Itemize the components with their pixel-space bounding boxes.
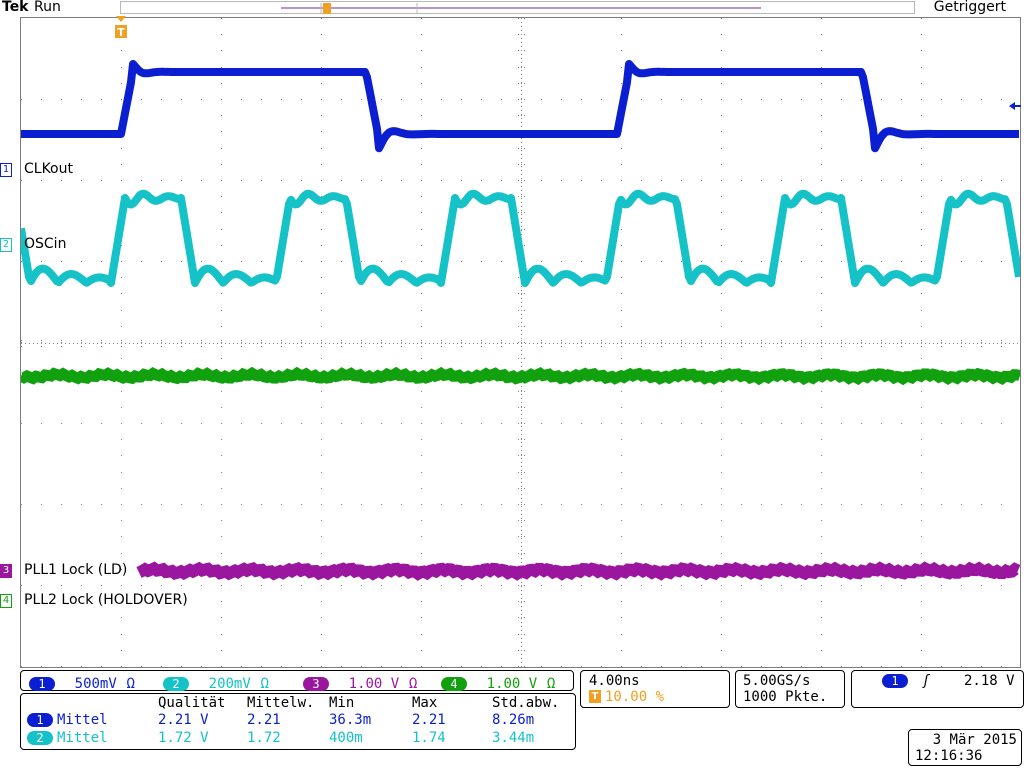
row1-mean: 2.21 (247, 712, 281, 728)
ch2-marker[interactable]: 2 (0, 238, 12, 252)
row1-stddev: 8.26m (492, 712, 535, 728)
row1-quality: 2.21 V (158, 712, 209, 728)
col-header-mean: Mittelw. (247, 695, 315, 711)
trigger-level-icon[interactable] (1009, 101, 1021, 111)
col-header-max: Max (412, 695, 438, 711)
datetime-panel: 3 Mär 2015 12:16:36 (908, 729, 1022, 766)
ch4-waveform (21, 366, 1020, 386)
date: 3 Mär 2015 (932, 732, 1017, 748)
ch2-waveform (21, 189, 1020, 287)
sampling-panel[interactable]: 5.00GS/s 1000 Pkte. (735, 670, 845, 708)
status-bar: Tek Run Getriggert (0, 0, 1024, 16)
col-header-quality: Qualität (158, 695, 226, 711)
ch1-pill: 1 (29, 677, 55, 691)
trigger-position-value: 10.00 % (605, 689, 665, 705)
col-header-min: Min (329, 695, 355, 711)
row1-min: 36.3m (329, 712, 372, 728)
ch4-label: PLL2 Lock (HOLDOVER) (24, 592, 188, 608)
ch4-pill: 4 (441, 677, 467, 691)
ch2-pill: 2 (163, 677, 189, 691)
ch1-label: CLKout (24, 161, 73, 177)
record-length: 1000 Pkte. (743, 689, 828, 705)
row2-mean: 1.72 (247, 730, 281, 746)
ch4-scale[interactable]: 4 1.00 V Ω (441, 673, 555, 692)
ch2-label: OSCin (24, 236, 67, 252)
waveform-display[interactable] (20, 17, 1021, 668)
row2-stddev: 3.44m (492, 730, 535, 746)
ch4-scale-value: 1.00 V (486, 676, 538, 692)
rising-edge-icon: ʃ (922, 673, 931, 689)
ch2-coupling: Ω (260, 676, 269, 692)
ch2-scale-value: 200mV (208, 676, 251, 692)
waveform-svg (21, 18, 1020, 667)
ch1-marker[interactable]: 1 (0, 163, 12, 177)
ch3-coupling: Ω (408, 676, 418, 692)
record-view-bar[interactable] (120, 1, 915, 14)
ch3-scale-value: 1.00 V (348, 676, 400, 692)
time: 12:16:36 (915, 748, 983, 764)
ch3-pill: 3 (303, 677, 329, 691)
ch1-coupling: Ω (126, 676, 135, 692)
row1-channel-pill: 1 (27, 713, 53, 727)
row2-max: 1.74 (412, 730, 446, 746)
ch4-marker[interactable]: 4 (0, 594, 12, 608)
acquisition-state: Run (34, 0, 61, 15)
ch3-waveform (136, 561, 1020, 581)
row2-name: Mittel (57, 730, 108, 746)
trigger-position-small-icon: T (589, 690, 601, 703)
ch4-coupling: Ω (546, 676, 556, 692)
timebase-panel[interactable]: 4.00ns T 10.00 % (580, 670, 730, 708)
ch3-label: PLL1 Lock (LD) (24, 562, 128, 578)
ch1-scale[interactable]: 1 500mV Ω (29, 673, 135, 692)
ch1-scale-value: 500mV (74, 676, 117, 692)
record-view-indicator (281, 3, 761, 14)
row2-min: 400m (329, 730, 363, 746)
row1-max: 2.21 (412, 712, 446, 728)
row2-quality: 1.72 V (158, 730, 209, 746)
channel-scale-panel: 1 500mV Ω 2 200mV Ω 3 1.00 V Ω 4 1.00 V … (20, 670, 574, 692)
trigger-panel[interactable]: 1 ʃ 2.18 V (851, 670, 1024, 708)
timebase-value: 4.00ns (589, 673, 640, 689)
row2-channel-pill: 2 (27, 731, 53, 745)
ch3-marker[interactable]: 3 (0, 564, 12, 578)
brand-logo: Tek (2, 0, 29, 15)
trigger-position-icon[interactable]: T (113, 16, 129, 40)
sample-rate: 5.00GS/s (743, 673, 811, 689)
trigger-level: 2.18 V (964, 673, 1015, 689)
ch1-waveform (21, 60, 1020, 153)
trigger-source-pill: 1 (882, 674, 908, 688)
svg-text:T: T (117, 26, 125, 39)
col-header-stddev: Std.abw. (492, 695, 560, 711)
row1-name: Mittel (57, 712, 108, 728)
trigger-status: Getriggert (933, 0, 1006, 15)
ch2-scale[interactable]: 2 200mV Ω (163, 673, 269, 692)
measurements-panel[interactable]: Qualität Mittelw. Min Max Std.abw. 1 Mit… (20, 693, 576, 750)
ch3-scale[interactable]: 3 1.00 V Ω (303, 673, 417, 692)
